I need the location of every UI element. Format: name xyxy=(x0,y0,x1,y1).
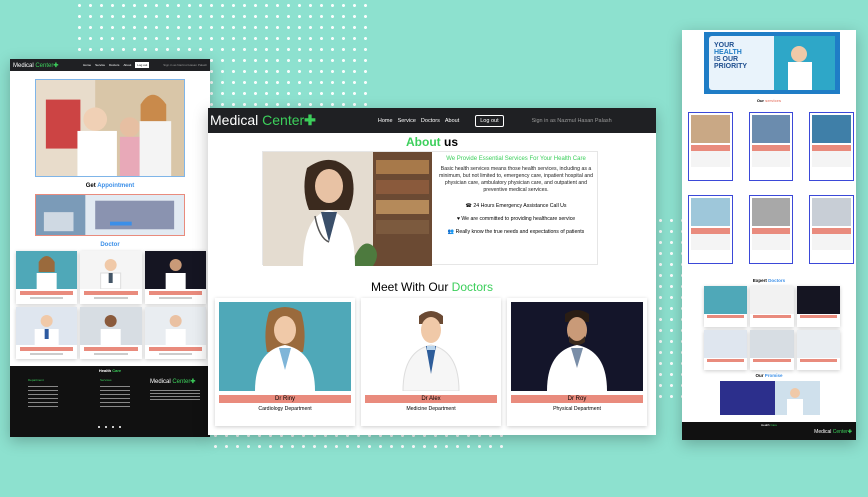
social-icon[interactable] xyxy=(98,426,100,428)
about-section: We Provide Essential Services For Your H… xyxy=(262,151,598,266)
left-footer-social-icons xyxy=(98,426,121,428)
doctor-card-2[interactable]: Dr Alex Medicine Department xyxy=(361,298,501,426)
expert-card[interactable] xyxy=(750,329,794,370)
doctor-photo xyxy=(219,302,351,391)
expert-card[interactable] xyxy=(704,286,748,327)
main-brand-logo[interactable]: Medical Center✚ xyxy=(210,112,316,129)
left-logout-button[interactable]: Log out xyxy=(135,62,150,68)
right-services-heading: Our services xyxy=(756,98,782,103)
service-card[interactable] xyxy=(809,195,854,264)
doctor-card-3[interactable]: Dr Roy Physical Department xyxy=(507,298,647,426)
right-footer-brand: Medical Center✚ xyxy=(814,429,852,435)
left-footer-text xyxy=(150,388,200,402)
service-card[interactable] xyxy=(809,112,854,181)
doctor-card-1[interactable]: Dr Riny Cardiology Department xyxy=(215,298,355,426)
left-footer-col2: Services xyxy=(100,378,112,382)
expert-card[interactable] xyxy=(796,286,840,327)
service-card[interactable] xyxy=(748,195,794,264)
left-page-screenshot: Medical Center✚ Home Service Doctors Abo… xyxy=(10,59,210,437)
expert-card[interactable] xyxy=(796,329,840,370)
left-footer-services xyxy=(100,383,130,410)
expert-card[interactable] xyxy=(704,329,748,370)
doctor-department: Cardiology Department xyxy=(258,406,312,412)
left-appointment-banner xyxy=(35,194,185,236)
service-card[interactable] xyxy=(688,112,733,181)
left-navbar: Medical Center✚ Home Service Doctors Abo… xyxy=(10,59,210,71)
social-icon[interactable] xyxy=(112,426,114,428)
doctor-name: Dr Alex xyxy=(365,395,497,403)
left-nav-doctors[interactable]: Doctors xyxy=(109,63,119,67)
main-page-screenshot: Medical Center✚ Home Service Doctors Abo… xyxy=(208,108,656,435)
left-doctor-card[interactable] xyxy=(16,251,78,304)
left-footer: Health Care Department Services Medical … xyxy=(10,366,210,437)
service-card[interactable] xyxy=(748,112,794,181)
left-nav-links: Home Service Doctors About Log out Sign … xyxy=(83,62,207,68)
right-promise-banner xyxy=(720,381,820,415)
doctor-photo xyxy=(511,302,643,391)
left-doctor-card[interactable] xyxy=(144,251,206,304)
main-navbar: Medical Center✚ Home Service Doctors Abo… xyxy=(208,108,656,133)
left-footer-brand: Medical Center✚ xyxy=(150,379,196,385)
users-icon: 👥 xyxy=(447,229,455,235)
about-point-1: ☎ 24 Hours Emergency Assistance Call Us xyxy=(465,203,567,209)
about-body: Basic health services means those health… xyxy=(439,166,593,193)
left-doctor-heading: Doctor xyxy=(100,242,120,248)
left-footer-col1: Department xyxy=(28,378,44,382)
left-doctor-card[interactable] xyxy=(16,306,78,359)
left-doctor-card[interactable] xyxy=(80,251,142,304)
left-footer-title: Health Care xyxy=(98,368,122,373)
right-expert-grid xyxy=(704,286,840,370)
left-nav-about[interactable]: About xyxy=(123,63,131,67)
social-icon[interactable] xyxy=(105,426,107,428)
left-signed-in: Sign in as Nazmul Hasan Palash xyxy=(163,63,207,67)
left-brand[interactable]: Medical Center✚ xyxy=(13,62,58,69)
about-doctor-image xyxy=(263,152,432,266)
right-hero-banner: YOUR HEALTH IS OUR PRIORITY xyxy=(704,32,840,94)
right-expert-heading: Expert Doctors xyxy=(752,278,786,283)
social-icon[interactable] xyxy=(119,426,121,428)
left-doctor-card[interactable] xyxy=(144,306,206,359)
right-promise-heading: Our Promise xyxy=(755,373,783,378)
main-nav-links: Home Service Doctors About xyxy=(378,118,459,124)
right-footer-title: Health Care xyxy=(760,423,778,427)
signed-in-label: Sign in as Nazmul Hasan Palash xyxy=(531,117,612,124)
doctor-department: Physical Department xyxy=(553,406,601,412)
nav-service[interactable]: Service xyxy=(398,118,416,124)
service-card[interactable] xyxy=(688,195,733,264)
right-services-grid xyxy=(688,112,854,264)
about-point-2: ♥ We are committed to providing healthca… xyxy=(456,216,576,222)
left-nav-home[interactable]: Home xyxy=(83,63,91,67)
left-hero-image xyxy=(35,79,185,177)
about-subtitle: We Provide Essential Services For Your H… xyxy=(446,156,586,162)
doctor-photo xyxy=(365,302,497,391)
doctor-name: Dr Roy xyxy=(511,395,643,403)
logout-button[interactable]: Log out xyxy=(475,114,504,127)
phone-icon: ☎ xyxy=(465,203,472,209)
right-footer: Health Care Medical Center✚ xyxy=(682,422,856,440)
left-footer-links xyxy=(28,383,58,410)
expert-card[interactable] xyxy=(750,286,794,327)
right-page-screenshot: YOUR HEALTH IS OUR PRIORITY Our services Ex… xyxy=(682,30,856,440)
doctor-name: Dr Riny xyxy=(219,395,351,403)
about-point-3: 👥 Really know the true needs and expecta… xyxy=(447,229,585,235)
left-appointment-heading: Get Appointment xyxy=(85,183,135,189)
heart-icon: ♥ xyxy=(456,216,460,222)
nav-doctors[interactable]: Doctors xyxy=(421,118,440,124)
left-doctor-grid xyxy=(16,251,206,359)
doctor-department: Medicine Department xyxy=(406,406,456,412)
left-doctor-card[interactable] xyxy=(80,306,142,359)
doctors-title: Meet With Our Doctors xyxy=(370,280,494,294)
left-nav-service[interactable]: Service xyxy=(95,63,105,67)
about-title: About us xyxy=(406,135,458,149)
right-hero-headline: YOUR HEALTH IS OUR PRIORITY xyxy=(714,42,748,70)
nav-about[interactable]: About xyxy=(445,118,459,124)
nav-home[interactable]: Home xyxy=(378,118,393,124)
